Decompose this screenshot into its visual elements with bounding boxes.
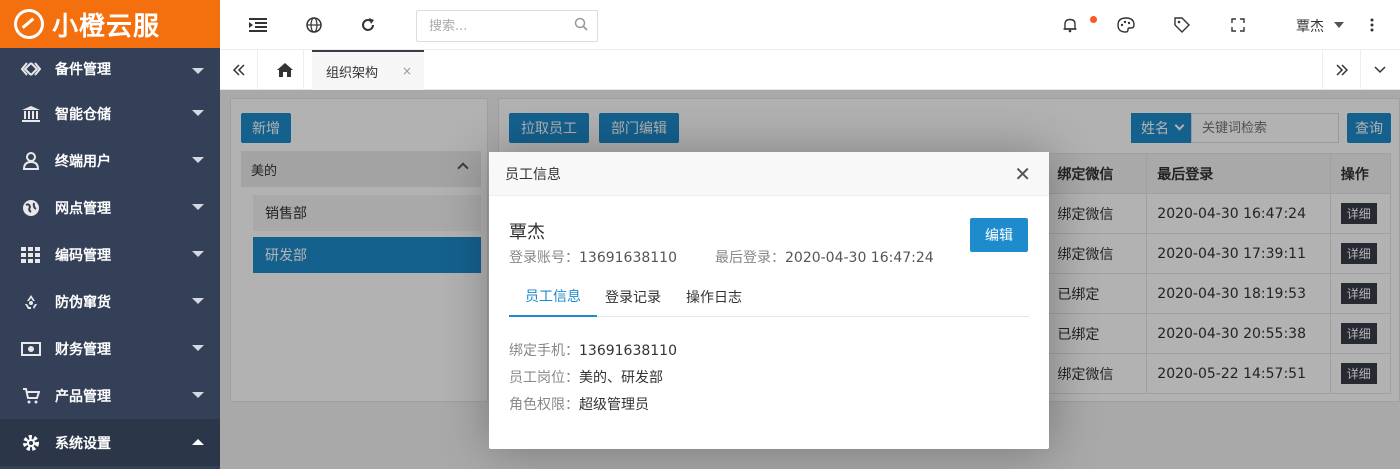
refresh-icon[interactable] (358, 15, 378, 35)
tag-icon[interactable] (1172, 15, 1192, 35)
sidebar-item-label: 财务管理 (55, 341, 111, 358)
tabs-menu-icon[interactable] (1360, 50, 1398, 90)
sidebar-item-system-settings[interactable]: 系统设置 (0, 419, 220, 466)
sidebar-item-anti-counterfeit[interactable]: 防伪窜货 (0, 278, 220, 325)
caret-down-icon (192, 251, 204, 257)
dialog-header: 员工信息 ✕ (489, 152, 1049, 196)
search-input[interactable] (416, 10, 598, 42)
caret-down-icon (192, 68, 204, 74)
tab-employee-info[interactable]: 员工信息 (509, 276, 597, 317)
tab-login-records[interactable]: 登录记录 (605, 276, 661, 317)
user-icon (20, 151, 42, 171)
field-position: 员工岗位：美的、研发部 (509, 367, 663, 387)
tab-close-icon[interactable]: × (402, 64, 412, 78)
caret-up-icon (192, 439, 204, 445)
sidebar-item-outlets[interactable]: 网点管理 (0, 184, 220, 231)
sidebar-item-spare-parts[interactable]: 备件管理 (0, 48, 220, 90)
bank-icon (20, 104, 42, 124)
money-icon (20, 339, 42, 359)
fullscreen-icon[interactable] (1228, 15, 1248, 35)
login-account: 登录账号：13691638110 (509, 247, 677, 267)
recycle-icon (20, 292, 42, 312)
tab-operation-log[interactable]: 操作日志 (686, 276, 742, 317)
top-bar: 覃杰 (220, 0, 1400, 50)
sidebar-item-label: 系统设置 (55, 435, 111, 452)
last-login-value: 2020-04-30 16:47:24 (785, 250, 934, 266)
dialog-tabs: 员工信息 登录记录 操作日志 (509, 276, 1029, 317)
field-bound-phone: 绑定手机：13691638110 (509, 340, 677, 360)
sidebar-item-label: 编码管理 (55, 247, 111, 264)
notification-dot (1090, 16, 1097, 23)
login-account-value: 13691638110 (579, 250, 677, 266)
sidebar-item-products[interactable]: 产品管理 (0, 372, 220, 419)
caret-down-icon (192, 345, 204, 351)
caret-down-icon (192, 392, 204, 398)
last-login: 最后登录：2020-04-30 16:47:24 (715, 247, 934, 267)
sidebar: 小橙云服 备件管理 智能仓储 终端用户 网点管理 编码管理 防伪窜货 财务管理 … (0, 0, 220, 469)
sidebar-item-label: 智能仓储 (55, 106, 111, 123)
dialog-title: 员工信息 (505, 166, 561, 183)
sidebar-item-label: 终端用户 (55, 153, 111, 170)
caret-down-icon (192, 298, 204, 304)
arrows-icon (20, 59, 42, 79)
globe-icon (20, 198, 42, 218)
sidebar-item-warehouse[interactable]: 智能仓储 (0, 90, 220, 137)
employee-name: 覃杰 (509, 222, 545, 243)
caret-down-icon (192, 157, 204, 163)
user-name[interactable]: 覃杰 (1296, 16, 1324, 36)
globe-icon[interactable] (304, 15, 324, 35)
cart-icon (20, 386, 42, 406)
more-vertical-icon[interactable] (1362, 15, 1382, 35)
caret-down-icon (192, 110, 204, 116)
field-value: 13691638110 (579, 343, 677, 359)
tabs-scroll-left-icon[interactable] (220, 50, 258, 90)
logo: 小橙云服 (0, 0, 220, 48)
last-login-label: 最后登录： (715, 250, 785, 266)
sidebar-item-label: 网点管理 (55, 200, 111, 217)
gear-icon (20, 433, 42, 453)
brand-name: 小橙云服 (52, 11, 161, 42)
field-label: 角色权限： (509, 397, 579, 413)
caret-down-icon[interactable] (1334, 22, 1344, 28)
tabs-bar: 组织架构 × (220, 50, 1400, 90)
bell-icon[interactable] (1060, 15, 1080, 35)
sidebar-item-end-users[interactable]: 终端用户 (0, 137, 220, 184)
tab-label: 组织架构 (326, 65, 379, 81)
field-label: 绑定手机： (509, 343, 579, 359)
sidebar-item-label: 产品管理 (55, 388, 111, 405)
grid-icon (20, 245, 42, 265)
sidebar-item-label: 备件管理 (55, 62, 111, 78)
employee-info-dialog: 员工信息 ✕ 覃杰 登录账号：13691638110 最后登录：2020-04-… (489, 152, 1049, 449)
home-icon[interactable] (266, 50, 304, 90)
field-value: 超级管理员 (579, 397, 649, 413)
tabs-scroll-right-icon[interactable] (1322, 50, 1360, 90)
logo-mark-icon (14, 9, 44, 39)
field-value: 美的、研发部 (579, 370, 663, 386)
caret-down-icon (192, 204, 204, 210)
sidebar-item-coding[interactable]: 编码管理 (0, 231, 220, 278)
search-icon[interactable] (574, 17, 590, 33)
close-icon[interactable]: ✕ (1014, 164, 1031, 184)
field-label: 员工岗位： (509, 370, 579, 386)
theme-palette-icon[interactable] (1116, 15, 1136, 35)
sidebar-item-finance[interactable]: 财务管理 (0, 325, 220, 372)
field-role: 角色权限：超级管理员 (509, 394, 649, 414)
tab-org-structure[interactable]: 组织架构 × (312, 50, 424, 90)
edit-employee-button[interactable]: 编辑 (970, 218, 1028, 252)
sidebar-item-label: 防伪窜货 (55, 294, 111, 311)
login-account-label: 登录账号： (509, 250, 579, 266)
menu-toggle-icon[interactable] (248, 15, 268, 35)
